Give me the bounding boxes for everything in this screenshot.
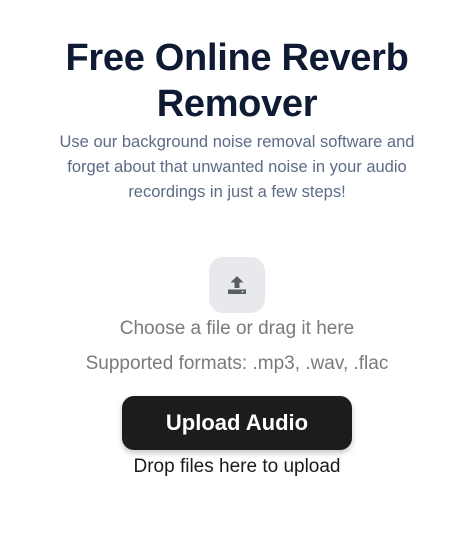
upload-audio-button[interactable]: Upload Audio bbox=[122, 396, 352, 450]
page-title-line-2: Remover bbox=[156, 83, 318, 126]
supported-formats-text: Supported formats: .mp3, .wav, .flac bbox=[85, 353, 389, 374]
page-title: Free Online Reverb Remover bbox=[0, 35, 474, 127]
page-subtitle: Use our background noise removal softwar… bbox=[59, 132, 415, 201]
choose-file-text: Choose a file or drag it here bbox=[119, 318, 355, 339]
upload-dropzone-icon-button[interactable] bbox=[209, 257, 265, 313]
drop-files-text: Drop files here to upload bbox=[133, 456, 341, 477]
page-title-line-1: Free Online Reverb bbox=[65, 37, 409, 80]
upload-icon bbox=[228, 276, 246, 294]
